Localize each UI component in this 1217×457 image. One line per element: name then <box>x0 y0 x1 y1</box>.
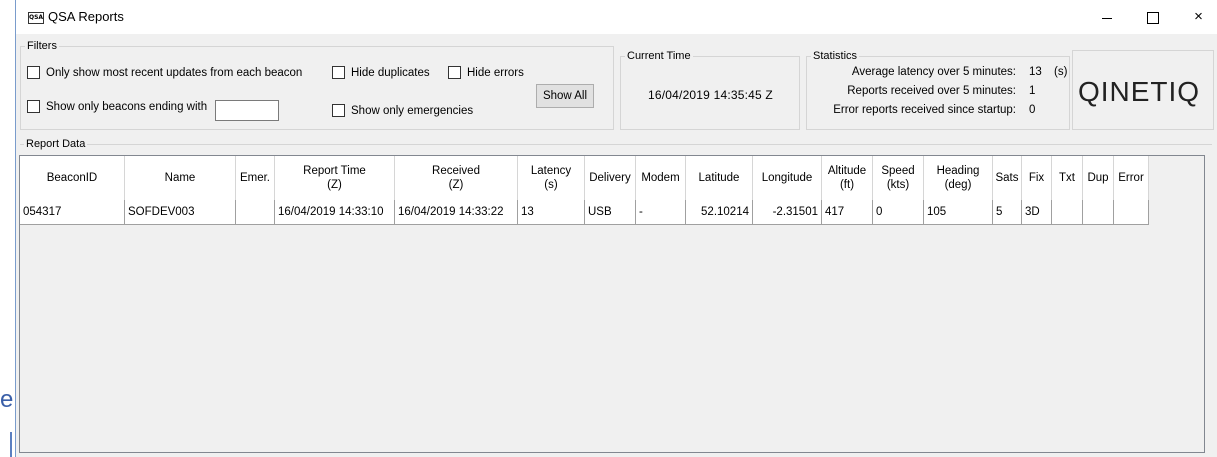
cell-fix[interactable]: 3D <box>1021 200 1052 225</box>
current-time-value: 16/04/2019 14:35:45 Z <box>648 88 773 102</box>
background-line <box>10 432 12 457</box>
qinetiq-logo: QINETIQ <box>1077 76 1201 107</box>
minimize-icon <box>1101 17 1112 19</box>
checkbox-icon <box>27 100 40 113</box>
stat-label: Reports received over 5 minutes: <box>847 85 1016 97</box>
column-header[interactable]: Sats <box>992 156 1022 200</box>
statistics-legend: Statistics <box>813 50 858 62</box>
cell-txt[interactable] <box>1051 200 1083 225</box>
cell-report-time[interactable]: 16/04/2019 14:33:10 <box>274 200 395 225</box>
cell-altitude[interactable]: 417 <box>821 200 873 225</box>
window-title: QSA Reports <box>48 9 124 24</box>
most-recent-label: Only show most recent updates from each … <box>46 66 303 79</box>
column-header[interactable]: Fix <box>1021 156 1052 200</box>
column-header[interactable]: Speed (kts) <box>872 156 924 200</box>
filters-legend: Filters <box>27 40 57 52</box>
column-header[interactable]: Report Time (Z) <box>274 156 395 200</box>
stat-value: 13 <box>1029 66 1042 78</box>
stat-value: 1 <box>1029 85 1036 97</box>
filters-group: Filters <box>20 40 614 130</box>
hide-errors-checkbox[interactable]: Hide errors <box>448 66 524 79</box>
checkbox-icon <box>332 66 345 79</box>
column-header[interactable]: Heading (deg) <box>923 156 993 200</box>
hide-duplicates-label: Hide duplicates <box>351 66 430 79</box>
cell-error[interactable] <box>1113 200 1149 225</box>
report-table: BeaconID Name Emer. Report Time (Z) Recei… <box>20 156 1149 225</box>
stat-unit: (s) <box>1054 66 1068 78</box>
cell-heading[interactable]: 105 <box>923 200 993 225</box>
checkbox-icon <box>27 66 40 79</box>
maximize-button[interactable] <box>1130 0 1175 34</box>
cell-delivery[interactable]: USB <box>584 200 636 225</box>
column-header[interactable]: Altitude (ft) <box>821 156 873 200</box>
beacon-suffix-input[interactable] <box>215 100 279 121</box>
cell-beacon-id[interactable]: 054317 <box>20 200 125 225</box>
most-recent-checkbox[interactable]: Only show most recent updates from each … <box>27 66 302 79</box>
column-header[interactable]: Latitude <box>685 156 753 200</box>
cell-modem[interactable]: - <box>635 200 686 225</box>
column-header[interactable]: BeaconID <box>20 156 125 200</box>
show-all-button[interactable]: Show All <box>536 84 594 108</box>
column-header[interactable]: Txt <box>1051 156 1083 200</box>
title-bar[interactable]: QSA QSA Reports × <box>16 0 1217 34</box>
cell-sats[interactable]: 5 <box>992 200 1022 225</box>
stat-label: Average latency over 5 minutes: <box>851 66 1016 78</box>
cell-name[interactable]: SOFDEV003 <box>124 200 236 225</box>
checkbox-icon <box>332 104 345 117</box>
report-data-legend: Report Data <box>26 138 86 150</box>
cell-emergency[interactable] <box>235 200 275 225</box>
column-header[interactable]: Dup <box>1082 156 1114 200</box>
column-header[interactable]: Received (Z) <box>394 156 518 200</box>
cell-dup[interactable] <box>1082 200 1114 225</box>
background-glyph: e <box>0 386 14 413</box>
report-data-group: Report Data <box>20 138 1212 150</box>
current-time-legend: Current Time <box>627 50 691 62</box>
table-header-row: BeaconID Name Emer. Report Time (Z) Recei… <box>20 156 1149 200</box>
hide-duplicates-checkbox[interactable]: Hide duplicates <box>332 66 430 79</box>
column-header[interactable]: Delivery <box>584 156 636 200</box>
minimize-button[interactable] <box>1084 0 1129 34</box>
close-button[interactable]: × <box>1176 0 1217 34</box>
ending-with-label: Show only beacons ending with <box>46 100 208 113</box>
cell-longitude[interactable]: -2.31501 <box>752 200 822 225</box>
column-header[interactable]: Longitude <box>752 156 822 200</box>
cell-speed[interactable]: 0 <box>872 200 924 225</box>
table-row[interactable]: 054317 SOFDEV003 16/04/2019 14:33:10 16/… <box>20 200 1149 225</box>
close-icon: × <box>1194 8 1203 25</box>
ending-with-checkbox[interactable]: Show only beacons ending with <box>27 100 207 113</box>
qsa-reports-window: QSA QSA Reports × Filters Only show most… <box>15 0 1217 457</box>
column-header[interactable]: Error <box>1113 156 1149 200</box>
column-header[interactable]: Emer. <box>235 156 275 200</box>
column-header[interactable]: Latency (s) <box>517 156 585 200</box>
maximize-icon <box>1146 12 1159 25</box>
app-icon: QSA <box>28 12 44 24</box>
column-header[interactable]: Name <box>124 156 236 200</box>
cell-latency[interactable]: 13 <box>517 200 585 225</box>
checkbox-icon <box>448 66 461 79</box>
emergencies-label: Show only emergencies <box>351 104 474 117</box>
cell-latitude[interactable]: 52.10214 <box>685 200 753 225</box>
stat-label: Error reports received since startup: <box>833 104 1016 116</box>
hide-errors-label: Hide errors <box>467 66 524 79</box>
stat-value: 0 <box>1029 104 1036 116</box>
cell-received[interactable]: 16/04/2019 14:33:22 <box>394 200 518 225</box>
column-header[interactable]: Modem <box>635 156 686 200</box>
emergencies-checkbox[interactable]: Show only emergencies <box>332 104 473 117</box>
report-data-grid[interactable]: BeaconID Name Emer. Report Time (Z) Recei… <box>19 155 1205 453</box>
